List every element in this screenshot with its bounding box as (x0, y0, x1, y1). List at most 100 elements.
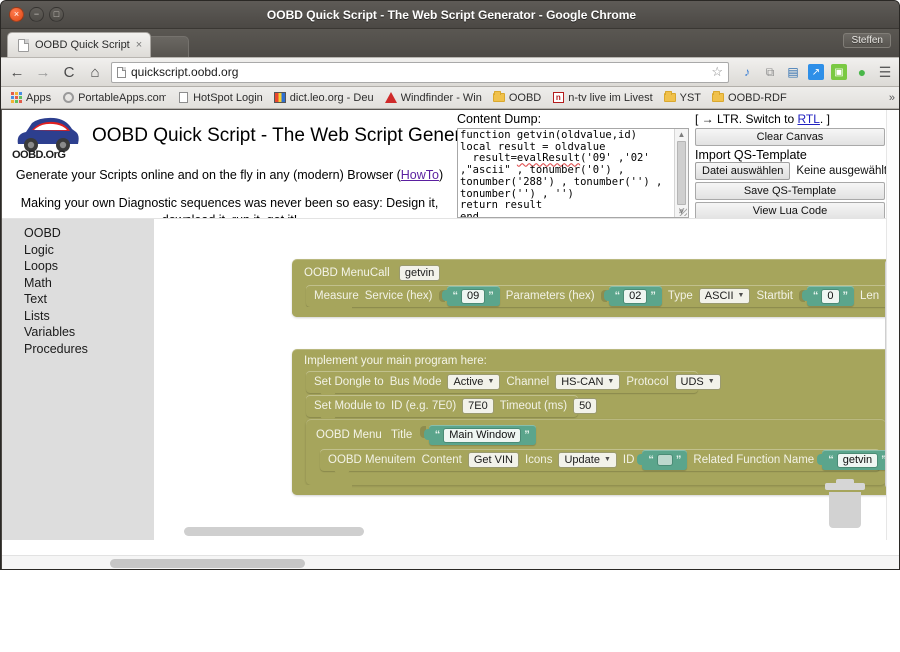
rtl-link[interactable]: RTL (797, 112, 819, 126)
menucall-group[interactable]: OOBD MenuCall getvin Measure Service (he… (292, 259, 892, 317)
startbit-value[interactable]: 0 (821, 289, 839, 304)
quote-open-icon: “ (828, 454, 834, 466)
block-main-program[interactable]: Implement your main program here: Set Do… (292, 349, 892, 495)
scroll-up-icon[interactable]: ▲ (678, 130, 686, 139)
channel-dropdown[interactable]: HS-CAN▼ (555, 374, 620, 390)
menuitem-id-label: ID (623, 454, 635, 466)
trash-icon[interactable] (824, 483, 866, 529)
parameters-value[interactable]: 02 (623, 289, 647, 304)
bookmarks-overflow-icon[interactable]: » (889, 92, 895, 104)
toolbox-item-text[interactable]: Text (24, 291, 154, 308)
resize-handle-icon[interactable] (679, 208, 687, 216)
block-oobd-menucall[interactable]: OOBD MenuCall getvin Measure Service (he… (292, 259, 892, 317)
dump-line-3-underlined: evalResult (517, 152, 580, 164)
menucall-name-field[interactable]: getvin (399, 265, 440, 281)
bookmark-oobd-rdf[interactable]: OOBD-RDF (708, 91, 791, 105)
service-value[interactable]: 09 (461, 289, 485, 304)
page-title: OOBD Quick Script - The Web Script Gener… (92, 125, 494, 147)
wind-icon (385, 92, 397, 104)
bookmark-label: Windfinder - Win (401, 92, 482, 104)
chrome-menu-icon[interactable]: ☰ (877, 64, 893, 80)
menu-title-value[interactable]: Main Window (443, 428, 521, 443)
bookmark-oobd[interactable]: OOBD (489, 91, 545, 105)
oobd-menu-title-row: OOBD Menu Title “ Main Window ” (306, 422, 886, 449)
bookmark-star-icon[interactable]: ☆ (711, 64, 723, 80)
toolbox-item-loops[interactable]: Loops (24, 258, 154, 275)
toolbox-item-oobd[interactable]: OOBD (24, 225, 154, 242)
reload-icon[interactable]: C (59, 62, 79, 82)
choose-file-button[interactable]: Datei auswählen (695, 162, 790, 180)
service-text-block[interactable]: “ 09 ” (447, 286, 500, 306)
scrollbar-thumb[interactable] (677, 141, 686, 205)
related-function-value[interactable]: getvin (837, 453, 878, 468)
menuitem-id-value[interactable] (657, 454, 673, 466)
toolbox-item-variables[interactable]: Variables (24, 324, 154, 341)
bookmark-apps-label: Apps (26, 92, 51, 104)
content-dump-scrollbar[interactable]: ▲ ▼ (674, 129, 688, 217)
page-info-icon[interactable] (117, 67, 126, 78)
save-template-button[interactable]: Save QS-Template (695, 182, 885, 200)
busmode-dropdown[interactable]: Active▼ (447, 374, 500, 390)
menu-title-text-block[interactable]: “ Main Window ” (429, 425, 536, 445)
type-value: ASCII (705, 289, 734, 303)
icons-dropdown[interactable]: Update▼ (558, 452, 616, 468)
module-id-field[interactable]: 7E0 (462, 398, 494, 414)
parameters-text-block[interactable]: “ 02 ” (609, 286, 662, 306)
clear-canvas-button[interactable]: Clear Canvas (695, 128, 885, 146)
menuitem-id-text-block[interactable]: “ ” (642, 450, 687, 470)
content-dump-textarea[interactable]: function getvin(oldvalue,id) local resul… (457, 128, 689, 218)
reader-icon[interactable]: ▤ (785, 64, 801, 80)
bookmark-ntv[interactable]: n n-tv live im Livest (548, 91, 656, 105)
green-icon[interactable]: ▣ (831, 64, 847, 80)
content-field[interactable]: Get VIN (468, 452, 519, 468)
block-oobd-menuitem[interactable]: OOBD Menuitem Content Get VIN Icons Upda… (320, 449, 880, 471)
tab-oobd-quick-script[interactable]: OOBD Quick Script × (7, 32, 151, 57)
block-set-dongle[interactable]: Set Dongle to Bus Mode Active▼ Channel H… (306, 371, 698, 393)
toolbox-item-lists[interactable]: Lists (24, 308, 154, 325)
canvas-horizontal-scrollbar[interactable] (184, 527, 364, 536)
page-vertical-scrollbar[interactable] (886, 110, 900, 570)
type-dropdown[interactable]: ASCII▼ (699, 288, 751, 304)
drop-icon[interactable]: ● (854, 64, 870, 80)
timeout-field[interactable]: 50 (573, 398, 597, 414)
toolbox-item-procedures[interactable]: Procedures (24, 341, 154, 358)
file-input-row: Datei auswählen Keine ausgewählt (695, 162, 900, 180)
note-icon[interactable]: ♪ (739, 64, 755, 80)
protocol-dropdown[interactable]: UDS▼ (675, 374, 721, 390)
trash-lid (825, 483, 865, 490)
block-set-module[interactable]: Set Module to ID (e.g. 7E0) 7E0 Timeout … (306, 395, 578, 417)
toolbox-item-logic[interactable]: Logic (24, 242, 154, 259)
plug-icon (604, 290, 610, 301)
arrow-icon[interactable]: ↗ (808, 64, 824, 80)
bookmark-windfinder[interactable]: Windfinder - Win (381, 91, 486, 105)
oobd-menu-group[interactable]: OOBD Menu Title “ Main Window ” (306, 419, 886, 485)
back-icon[interactable]: ← (7, 62, 27, 82)
howto-link[interactable]: HowTo (401, 168, 439, 182)
browser-toolbar: ← → C ⌂ quickscript.oobd.org ☆ ♪ ⧉ ▤ ↗ ▣… (1, 57, 899, 87)
toolbox-item-math[interactable]: Math (24, 275, 154, 292)
related-function-text-block[interactable]: “ getvin ” (822, 450, 892, 470)
user-badge[interactable]: Steffen (843, 33, 891, 48)
forward-icon[interactable]: → (33, 62, 53, 82)
page-hscroll-thumb[interactable] (110, 559, 305, 568)
startbit-text-block[interactable]: “ 0 ” (807, 286, 854, 306)
tab-close-icon[interactable]: × (136, 39, 142, 51)
tagline: Generate your Scripts online and on the … (2, 168, 457, 182)
trash-can (829, 492, 861, 528)
new-tab-button[interactable] (147, 36, 189, 57)
cast-icon[interactable]: ⧉ (762, 64, 778, 80)
main-program-group[interactable]: Implement your main program here: Set Do… (292, 349, 892, 495)
content-dump-text[interactable]: function getvin(oldvalue,id) local resul… (458, 129, 674, 217)
address-bar[interactable]: quickscript.oobd.org ☆ (111, 62, 729, 83)
block-measure[interactable]: Measure Service (hex) “ 09 ” (306, 285, 892, 307)
home-icon[interactable]: ⌂ (85, 62, 105, 82)
plug-icon (424, 429, 430, 440)
bookmark-apps[interactable]: Apps (6, 91, 55, 105)
bookmark-hotspot-login[interactable]: HotSpot Login (173, 91, 267, 105)
blockly-canvas[interactable]: OOBD MenuCall getvin Measure Service (he… (154, 219, 900, 541)
bookmark-yst[interactable]: YST (660, 91, 705, 105)
bookmark-dict-leo[interactable]: dict.leo.org - Deu (270, 91, 378, 105)
page-horizontal-scrollbar[interactable] (2, 555, 900, 570)
chevron-down-icon: ▼ (487, 375, 494, 389)
bookmark-portableapps[interactable]: PortableApps.com (58, 91, 170, 105)
